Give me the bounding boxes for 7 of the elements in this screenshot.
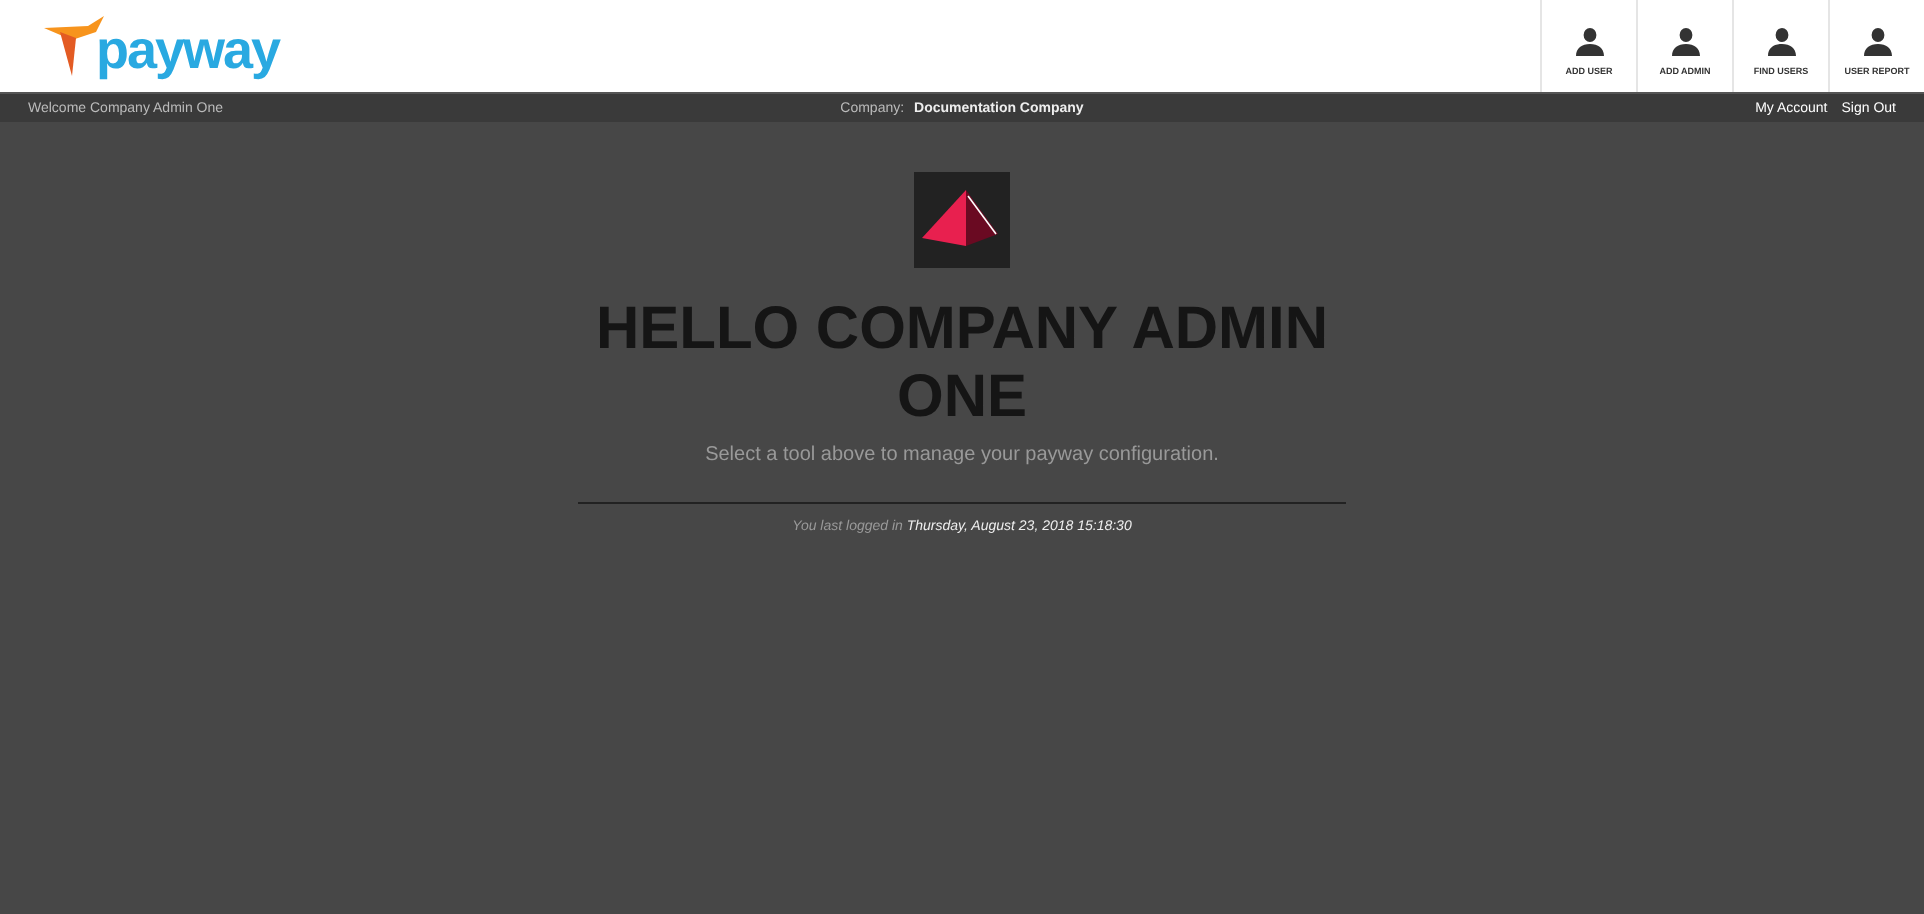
- pyramid-logo: [914, 172, 1010, 268]
- subtitle-text: Select a tool above to manage your payway configuration.: [705, 444, 1219, 466]
- user-icon: [1767, 28, 1795, 56]
- logo-text: payway: [96, 19, 280, 81]
- user-icon: [1575, 28, 1603, 56]
- user-icon: [1671, 28, 1699, 56]
- user-icon: [1863, 28, 1891, 56]
